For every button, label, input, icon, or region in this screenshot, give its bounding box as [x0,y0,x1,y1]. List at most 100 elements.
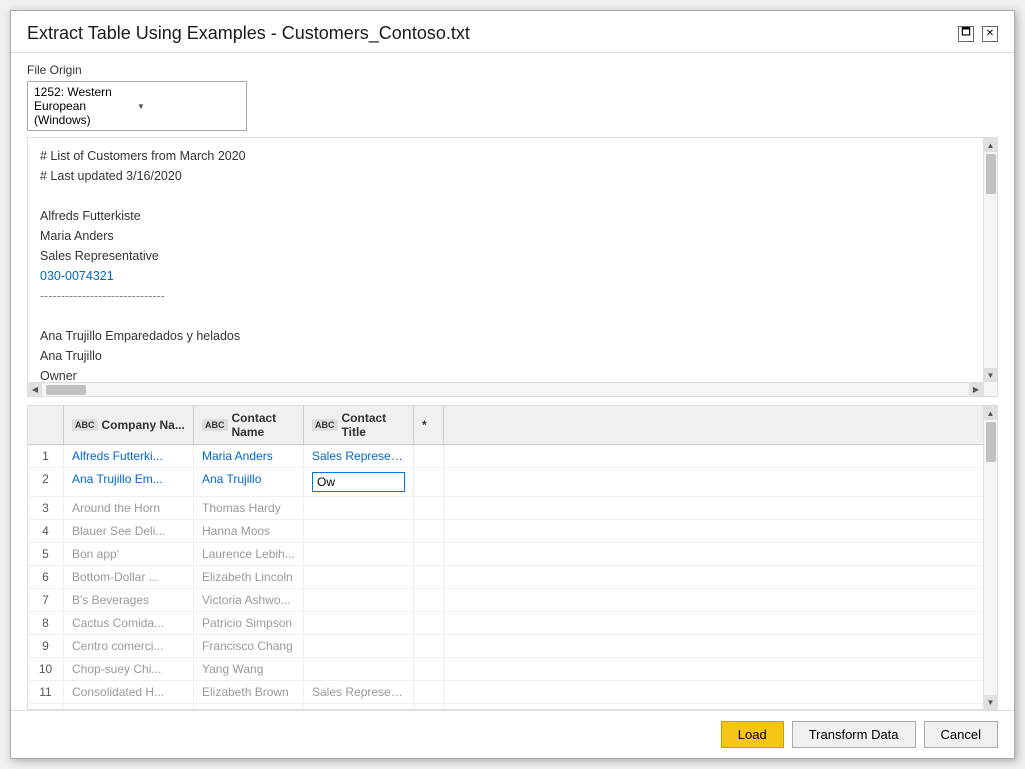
preview-line-2: # Last updated 3/16/2020 [40,166,985,186]
scroll-right-arrow[interactable]: ▶ [969,383,983,397]
table-row: 5 Bon app' Laurence Lebih... [28,543,997,566]
td-contact-title-6[interactable] [304,566,414,588]
row-num-8: 8 [28,612,64,634]
scroll-up-arrow[interactable]: ▲ [984,138,998,152]
scroll-thumb-vertical[interactable] [986,154,996,194]
table-row: 3 Around the Horn Thomas Hardy [28,497,997,520]
th-company: ABC Company Na... [64,406,194,444]
td-contact-title-2[interactable] [304,468,414,496]
td-contact-name-5[interactable]: Laurence Lebih... [194,543,304,565]
td-star-10 [414,658,444,680]
td-contact-title-8[interactable] [304,612,414,634]
preview-line-6: 030-0074321 [40,266,985,286]
preview-line-8: Ana Trujillo Emparedados y helados [40,326,985,346]
td-contact-title-9[interactable] [304,635,414,657]
scroll-left-arrow[interactable]: ◀ [28,383,42,397]
preview-vertical-scrollbar[interactable]: ▲ ▼ [983,138,997,396]
td-contact-title-4[interactable] [304,520,414,542]
td-contact-name-3[interactable]: Thomas Hardy [194,497,304,519]
td-star-11 [414,681,444,703]
td-company-1[interactable]: Alfreds Futterki... [64,445,194,467]
td-contact-title-11[interactable]: Sales Represen... [304,681,414,703]
contact-title-input[interactable] [312,472,405,492]
close-icon: ✕ [986,28,994,39]
td-contact-title-10[interactable] [304,658,414,680]
preview-blank-2 [40,306,985,326]
td-company-11[interactable]: Consolidated H... [64,681,194,703]
scroll-down-arrow[interactable]: ▼ [984,368,998,382]
td-star-12 [414,704,444,710]
td-company-9[interactable]: Centro comerci... [64,635,194,657]
td-company-12[interactable]: Drachenblut D... [64,704,194,710]
row-num-12: 12 [28,704,64,710]
table-scroll-down-arrow[interactable]: ▼ [984,695,998,709]
row-num-1: 1 [28,445,64,467]
file-origin-dropdown[interactable]: 1252: Western European (Windows) ▼ [27,81,247,131]
row-num-4: 4 [28,520,64,542]
preview-line-3: Alfreds Futterkiste [40,206,985,226]
preview-line-9: Ana Trujillo [40,346,985,366]
td-contact-title-5[interactable] [304,543,414,565]
contact-name-type-icon: ABC [202,419,228,431]
td-company-6[interactable]: Bottom-Dollar ... [64,566,194,588]
td-star-7 [414,589,444,611]
td-contact-name-10[interactable]: Yang Wang [194,658,304,680]
th-contact-name: ABC Contact Name [194,406,304,444]
td-contact-name-4[interactable]: Hanna Moos [194,520,304,542]
th-contact-title-label: Contact Title [342,411,406,439]
td-company-10[interactable]: Chop-suey Chi... [64,658,194,680]
minimize-button[interactable]: 🗖 [958,26,974,42]
preview-area: # List of Customers from March 2020 # La… [27,137,998,397]
td-star-6 [414,566,444,588]
td-contact-title-12[interactable]: Order Administ... [304,704,414,710]
th-row-num [28,406,64,444]
row-num-10: 10 [28,658,64,680]
preview-horizontal-scrollbar[interactable]: ◀ ▶ [28,382,983,396]
td-company-8[interactable]: Cactus Comida... [64,612,194,634]
scroll-thumb-horizontal[interactable] [46,385,86,395]
table-scroll-thumb[interactable] [986,422,996,462]
td-star-9 [414,635,444,657]
dropdown-arrow-icon: ▼ [137,102,240,111]
row-num-5: 5 [28,543,64,565]
row-num-7: 7 [28,589,64,611]
td-contact-title-1[interactable]: Sales Represen... [304,445,414,467]
table-row: 7 B's Beverages Victoria Ashwo... [28,589,997,612]
table-vertical-scrollbar[interactable]: ▲ ▼ [983,406,997,709]
td-contact-title-7[interactable] [304,589,414,611]
table-row: 4 Blauer See Deli... Hanna Moos [28,520,997,543]
table-scroll-up-arrow[interactable]: ▲ [984,406,998,420]
td-company-5[interactable]: Bon app' [64,543,194,565]
company-type-icon: ABC [72,419,98,431]
table-row: 10 Chop-suey Chi... Yang Wang [28,658,997,681]
transform-data-button[interactable]: Transform Data [792,721,916,748]
table-body: 1 Alfreds Futterki... Maria Anders Sales… [28,445,997,710]
td-contact-name-9[interactable]: Francisco Chang [194,635,304,657]
td-contact-name-12[interactable]: Sven Ottlieb [194,704,304,710]
td-contact-name-7[interactable]: Victoria Ashwo... [194,589,304,611]
td-company-3[interactable]: Around the Horn [64,497,194,519]
td-company-2[interactable]: Ana Trujillo Em... [64,468,194,496]
row-num-2: 2 [28,468,64,496]
content-area: File Origin 1252: Western European (Wind… [11,53,1014,710]
row-num-3: 3 [28,497,64,519]
td-company-7[interactable]: B's Beverages [64,589,194,611]
cancel-button[interactable]: Cancel [924,721,998,748]
load-button[interactable]: Load [721,721,784,748]
td-company-4[interactable]: Blauer See Deli... [64,520,194,542]
td-contact-name-8[interactable]: Patricio Simpson [194,612,304,634]
file-origin-section: File Origin 1252: Western European (Wind… [11,53,1014,137]
td-contact-name-11[interactable]: Elizabeth Brown [194,681,304,703]
td-star-8 [414,612,444,634]
td-contact-name-6[interactable]: Elizabeth Lincoln [194,566,304,588]
close-button[interactable]: ✕ [982,26,998,42]
footer: Load Transform Data Cancel [11,710,1014,758]
th-contact-name-label: Contact Name [232,411,296,439]
preview-line-5: Sales Representative [40,246,985,266]
td-contact-title-3[interactable] [304,497,414,519]
file-origin-label: File Origin [27,63,998,77]
row-num-9: 9 [28,635,64,657]
td-contact-name-1[interactable]: Maria Anders [194,445,304,467]
td-contact-name-2[interactable]: Ana Trujillo [194,468,304,496]
row-num-11: 11 [28,681,64,703]
